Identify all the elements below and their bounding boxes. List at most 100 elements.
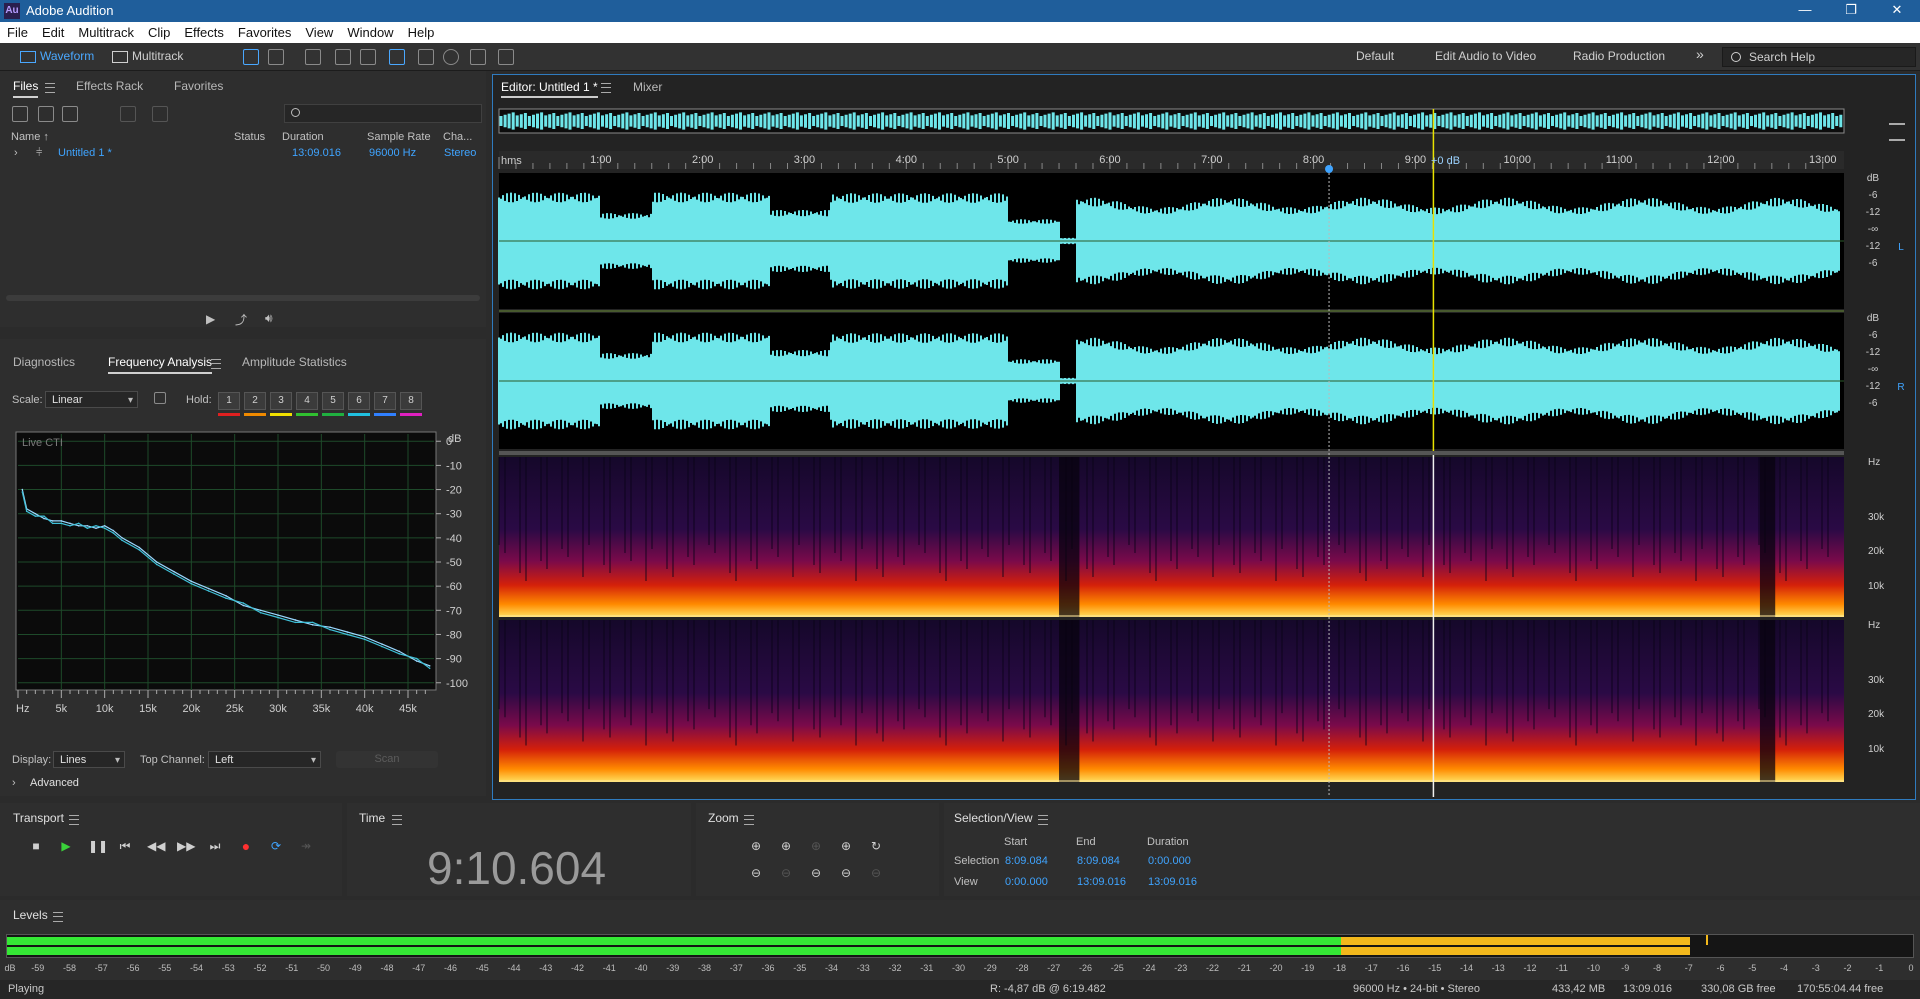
insert-multitrack-icon[interactable] xyxy=(120,106,136,122)
selection-view-menu-icon[interactable] xyxy=(1038,815,1048,825)
slip-tool-icon[interactable] xyxy=(360,49,376,65)
transport-menu-icon[interactable] xyxy=(69,815,79,825)
menu-window[interactable]: Window xyxy=(340,22,400,43)
volume-icon[interactable]: 🔊︎ xyxy=(265,311,273,326)
table-row[interactable]: › ⫩ Untitled 1 * 13:09.016 96000 Hz Ster… xyxy=(0,144,486,162)
hold-button-2[interactable]: 2 xyxy=(244,392,266,410)
hold-button-3[interactable]: 3 xyxy=(270,392,292,410)
hold-button-7[interactable]: 7 xyxy=(374,392,396,410)
tab-files[interactable]: Files xyxy=(13,79,39,98)
selection-start[interactable]: 8:09.084 xyxy=(1005,855,1048,867)
play-icon[interactable]: ▶ xyxy=(58,838,74,854)
play-preview-icon[interactable]: ▶ xyxy=(206,312,215,326)
col-status[interactable]: Status xyxy=(234,131,265,143)
scale-dropdown[interactable]: Linear xyxy=(45,391,138,409)
delete-file-icon[interactable] xyxy=(152,106,168,122)
col-name[interactable]: Name ↑ xyxy=(11,131,49,143)
view-duration[interactable]: 13:09.016 xyxy=(1148,876,1197,888)
copy-icon[interactable] xyxy=(154,392,166,404)
workspace-default[interactable]: Default xyxy=(1356,49,1394,63)
display-dropdown[interactable]: Lines xyxy=(53,751,125,769)
menu-view[interactable]: View xyxy=(298,22,340,43)
hold-button-8[interactable]: 8 xyxy=(400,392,422,410)
time-selection-tool-icon[interactable] xyxy=(389,49,405,65)
restore-button[interactable]: ❐ xyxy=(1828,0,1874,22)
stop-icon[interactable]: ■ xyxy=(28,838,44,854)
menu-multitrack[interactable]: Multitrack xyxy=(71,22,141,43)
marquee-tool-icon[interactable] xyxy=(418,49,434,65)
top-channel-dropdown[interactable]: Left xyxy=(208,751,321,769)
files-menu-icon[interactable] xyxy=(45,83,55,93)
multitrack-mode-button[interactable]: Multitrack xyxy=(106,47,189,65)
pause-icon[interactable]: ❚❚ xyxy=(88,838,108,854)
zoom-to-selection-icon[interactable]: ⊕ xyxy=(838,838,854,854)
open-file-icon[interactable] xyxy=(12,106,28,122)
waveform-view-icon[interactable] xyxy=(243,49,259,65)
lasso-tool-icon[interactable] xyxy=(443,49,459,65)
loop-preview-icon[interactable]: ⤴ xyxy=(235,311,247,328)
zoom-out-selection-icon[interactable]: ⊖ xyxy=(838,865,854,881)
razor-tool-icon[interactable] xyxy=(335,49,351,65)
zoom-menu-icon[interactable] xyxy=(744,815,754,825)
menu-favorites[interactable]: Favorites xyxy=(231,22,298,43)
next-icon[interactable]: ⏭︎ xyxy=(207,838,223,854)
skip-icon[interactable]: ↠ xyxy=(298,838,314,854)
menu-effects[interactable]: Effects xyxy=(177,22,231,43)
workspace-edit-audio-to-video[interactable]: Edit Audio to Video xyxy=(1435,49,1536,63)
view-start[interactable]: 0:00.000 xyxy=(1005,876,1048,888)
menu-edit[interactable]: Edit xyxy=(35,22,71,43)
hold-button-4[interactable]: 4 xyxy=(296,392,318,410)
tab-favorites[interactable]: Favorites xyxy=(174,79,223,93)
expand-icon[interactable]: › xyxy=(14,147,18,159)
zoom-in-time-icon[interactable]: ⊕ xyxy=(778,838,794,854)
zoom-in-selection-icon[interactable]: ⊕ xyxy=(808,838,824,854)
zoom-in-amplitude-icon[interactable]: ⊕ xyxy=(748,838,764,854)
zoom-out-time-icon[interactable]: ⊖ xyxy=(778,865,794,881)
col-duration[interactable]: Duration xyxy=(282,131,324,143)
loop-playback-icon[interactable]: ⟳ xyxy=(268,838,284,854)
levels-menu-icon[interactable] xyxy=(53,912,63,922)
overview-menu-icon[interactable] xyxy=(1889,123,1905,141)
advanced-toggle[interactable]: Advanced xyxy=(30,777,79,789)
import-file-icon[interactable] xyxy=(38,106,54,122)
record-icon[interactable]: ● xyxy=(238,838,254,854)
hold-button-6[interactable]: 6 xyxy=(348,392,370,410)
waveform-mode-button[interactable]: Waveform xyxy=(14,47,100,65)
previous-icon[interactable]: ⏮︎ xyxy=(117,838,133,854)
view-end[interactable]: 13:09.016 xyxy=(1077,876,1126,888)
files-scrollbar[interactable] xyxy=(6,295,480,301)
scan-button[interactable]: Scan xyxy=(336,751,438,768)
fast-forward-icon[interactable]: ▶▶ xyxy=(177,838,195,854)
tab-diagnostics[interactable]: Diagnostics xyxy=(13,355,75,369)
menu-clip[interactable]: Clip xyxy=(141,22,177,43)
zoom-out-full-icon[interactable]: ⊖ xyxy=(808,865,824,881)
tab-frequency-analysis[interactable]: Frequency Analysis xyxy=(108,355,213,374)
selection-end[interactable]: 8:09.084 xyxy=(1077,855,1120,867)
hold-button-5[interactable]: 5 xyxy=(322,392,344,410)
close-button[interactable]: ✕ xyxy=(1874,0,1920,22)
files-search-input[interactable] xyxy=(284,104,482,123)
hold-button-1[interactable]: 1 xyxy=(218,392,240,410)
spectral-view-icon[interactable] xyxy=(268,49,284,65)
analysis-menu-icon[interactable] xyxy=(211,359,221,369)
zoom-out-amplitude-icon[interactable]: ⊖ xyxy=(748,865,764,881)
advanced-expand-icon[interactable]: › xyxy=(12,777,16,789)
tab-amplitude-statistics[interactable]: Amplitude Statistics xyxy=(242,355,347,369)
zoom-out-extra-icon[interactable]: ⊖ xyxy=(868,865,884,881)
search-help-input[interactable]: Search Help xyxy=(1722,47,1916,67)
move-tool-icon[interactable] xyxy=(305,49,321,65)
zoom-reset-icon[interactable]: ↻ xyxy=(868,838,884,854)
waveform-display[interactable]: 1:00 2:00 3:00 4:00 5:00 6:00 7:00 8:00 9:00 10:0… xyxy=(493,75,1915,799)
tab-effects-rack[interactable]: Effects Rack xyxy=(76,79,143,93)
gain-readout[interactable]: +0 dB xyxy=(1431,155,1460,167)
menu-help[interactable]: Help xyxy=(401,22,442,43)
workspace-radio-production[interactable]: Radio Production xyxy=(1573,49,1665,63)
col-channels[interactable]: Cha... xyxy=(443,131,472,143)
menu-file[interactable]: File xyxy=(0,22,35,43)
new-file-icon[interactable] xyxy=(62,106,78,122)
minimize-button[interactable]: — xyxy=(1782,0,1828,22)
more-workspaces-button[interactable]: » xyxy=(1696,46,1704,62)
brush-tool-icon[interactable] xyxy=(470,49,486,65)
time-menu-icon[interactable] xyxy=(392,815,402,825)
col-sample-rate[interactable]: Sample Rate xyxy=(367,131,431,143)
